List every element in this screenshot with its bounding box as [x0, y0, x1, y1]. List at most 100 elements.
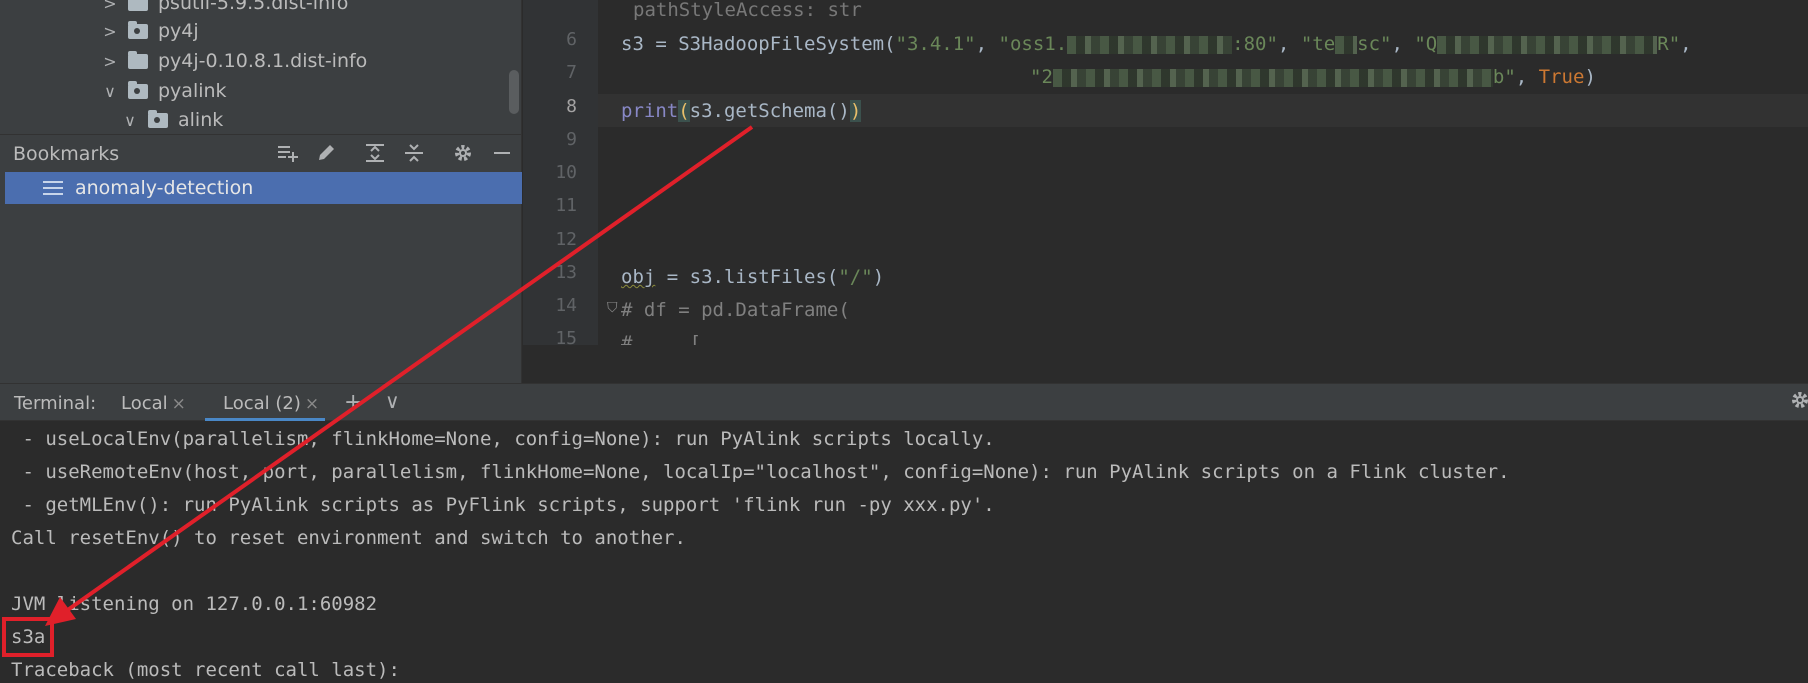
code-line-14[interactable]: # df = pd.DataFrame(: [621, 295, 850, 325]
tree-item-label: py4j: [158, 20, 199, 42]
terminal-line: - useRemoteEnv(host, port, parallelism, …: [11, 461, 1510, 483]
line-number: 12: [555, 229, 577, 250]
chevron-down-icon[interactable]: ∨: [385, 389, 400, 413]
parameter-hint: pathStyleAccess: str: [633, 0, 862, 21]
tab-label: Local: [121, 393, 168, 414]
close-icon[interactable]: ×: [305, 394, 319, 414]
chevron-right-icon[interactable]: >: [100, 22, 120, 41]
line-number-gutter: 6 7 8 9 10 11 12 13 14 15: [523, 0, 598, 345]
tree-item[interactable]: > py4j-0.10.8.1.dist-info: [100, 46, 367, 76]
code-token: s3.getSchema(): [689, 100, 850, 122]
keyword: True: [1538, 66, 1585, 88]
bookmarks-list: anomaly-detection: [0, 172, 522, 383]
minimize-icon[interactable]: [490, 143, 514, 165]
bookmark-item[interactable]: anomaly-detection: [5, 172, 522, 204]
add-bookmark-icon[interactable]: [276, 143, 300, 165]
matched-paren: (: [678, 100, 690, 122]
terminal-line: Traceback (most recent call last):: [11, 659, 400, 681]
chevron-right-icon[interactable]: >: [100, 52, 120, 71]
string-literal: R": [1657, 33, 1681, 55]
terminal-output[interactable]: - useLocalEnv(parallelism, flinkHome=Non…: [0, 421, 1808, 683]
line-number: 6: [566, 29, 577, 50]
code-line-7[interactable]: "2 b", True): [1030, 62, 1596, 92]
terminal-title: Terminal:: [14, 393, 97, 414]
redacted-text: [1437, 35, 1658, 54]
line-number: 9: [566, 129, 577, 150]
matched-paren: ): [849, 100, 862, 122]
tab-label: Local (2): [223, 393, 301, 414]
package-folder-icon: [128, 20, 148, 39]
code-line-8[interactable]: print(s3.getSchema()): [621, 96, 862, 126]
code-line-6[interactable]: s3 = S3HadoopFileSystem("3.4.1", "oss1.:…: [621, 29, 1692, 59]
gear-icon[interactable]: [451, 143, 475, 165]
terminal-line: - useLocalEnv(parallelism, flinkHome=Non…: [11, 428, 995, 450]
code-token: ,: [1515, 66, 1539, 88]
code-line-13[interactable]: obj = s3.listFiles("/"): [621, 262, 884, 292]
string-literal: "/": [838, 266, 873, 288]
string-literal: "Q: [1414, 33, 1438, 55]
new-tab-icon[interactable]: +: [344, 390, 362, 415]
tree-item-label: psutil-5.9.5.dist-info: [158, 0, 349, 14]
line-number: 15: [555, 328, 577, 345]
string-literal: "te: [1300, 33, 1336, 55]
code-token: ): [1584, 66, 1596, 88]
expand-all-icon[interactable]: [363, 143, 387, 165]
terminal-toolbar: Terminal: Local × Local (2) × + ∨: [0, 383, 1808, 422]
tree-item[interactable]: ∨ pyalink: [100, 76, 227, 106]
tree-scrollbar[interactable]: [509, 70, 519, 114]
code-line-15[interactable]: # [: [621, 328, 701, 345]
project-tree: > psutil-5.9.5.dist-info > py4j > py4j-0…: [0, 0, 522, 134]
code-token: = s3.listFiles(: [655, 266, 839, 288]
close-icon[interactable]: ×: [172, 394, 186, 414]
tree-item[interactable]: ∨ alink: [120, 105, 223, 134]
tree-item-label: py4j-0.10.8.1.dist-info: [158, 50, 368, 72]
redacted-text: [1335, 35, 1358, 54]
code-token: obj: [621, 266, 656, 288]
project-sidebar: > psutil-5.9.5.dist-info > py4j > py4j-0…: [0, 0, 522, 383]
code-editor[interactable]: 6 7 8 9 10 11 12 13 14 15 pathStyleAcces…: [523, 0, 1808, 345]
tree-item-label: pyalink: [158, 80, 227, 102]
code-token: ): [872, 266, 885, 288]
line-number: 11: [555, 195, 577, 216]
string-literal: :80": [1232, 33, 1278, 55]
package-folder-icon: [128, 80, 148, 99]
bookmark-label: anomaly-detection: [75, 177, 254, 199]
redacted-text: [1052, 68, 1493, 87]
edit-icon[interactable]: [314, 143, 338, 165]
bookmark-list-icon: [43, 181, 63, 195]
line-number: 8: [566, 96, 577, 117]
chevron-down-icon[interactable]: ∨: [120, 111, 140, 130]
string-literal: sc": [1357, 33, 1392, 55]
code-token: ,: [1277, 33, 1301, 55]
collapse-all-icon[interactable]: [402, 143, 426, 165]
terminal-line: Call resetEnv() to reset environment and…: [11, 527, 686, 549]
bookmarks-title: Bookmarks: [13, 142, 120, 165]
string-literal: "3.4.1": [895, 33, 976, 55]
line-number: 10: [555, 162, 577, 183]
string-literal: "2: [1030, 66, 1053, 88]
terminal-line: s3a: [11, 626, 46, 648]
tab-local-2[interactable]: Local (2) ×: [205, 384, 325, 422]
line-number: 13: [555, 262, 577, 283]
chevron-down-icon[interactable]: ∨: [100, 82, 120, 101]
string-literal: "oss1.: [998, 33, 1068, 55]
redacted-text: [1067, 35, 1233, 54]
code-token: s3 = S3HadoopFileSystem(: [621, 33, 896, 55]
chevron-right-icon[interactable]: >: [100, 0, 120, 13]
line-number: 7: [566, 62, 577, 83]
tree-item-label: alink: [178, 109, 224, 131]
builtin-function: print: [621, 100, 679, 122]
terminal-line: - getMLEnv(): run PyAlink scripts as PyF…: [11, 494, 995, 516]
tree-item[interactable]: > py4j: [100, 16, 199, 46]
tab-local[interactable]: Local ×: [121, 384, 186, 422]
fold-marker-icon[interactable]: ⛉: [607, 300, 618, 316]
gear-icon[interactable]: [1790, 390, 1808, 416]
folder-icon: [128, 50, 148, 69]
bookmarks-header: Bookmarks: [0, 134, 522, 172]
code-token: ,: [1680, 33, 1692, 55]
code-token: ,: [1391, 33, 1415, 55]
code-token: ,: [975, 33, 999, 55]
line-number: 14: [555, 295, 577, 316]
string-literal: b": [1492, 66, 1516, 88]
folder-icon: [128, 0, 148, 11]
